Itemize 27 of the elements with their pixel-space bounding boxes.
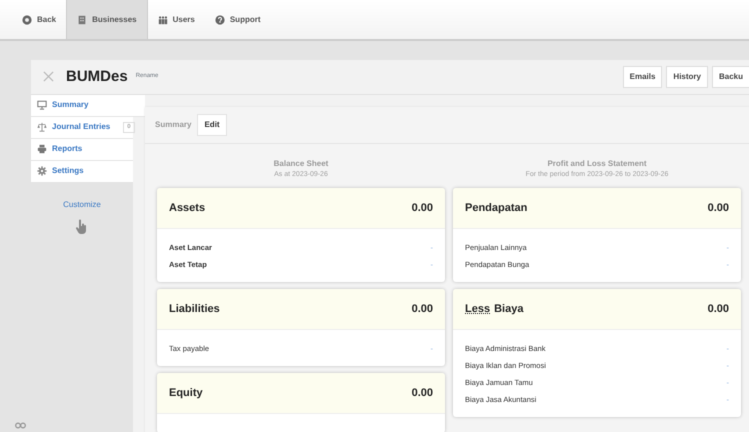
header-button[interactable]: Backu: [712, 66, 749, 88]
section-heading: Pendapatan: [465, 200, 528, 216]
section-total: 0.00: [412, 386, 433, 401]
section-heading: Assets: [169, 200, 206, 216]
heading-prefix: Less: [465, 302, 490, 317]
column-title: Balance Sheet: [272, 158, 330, 170]
sidebar-item[interactable]: Summary: [31, 94, 145, 116]
section-heading: Biaya: [494, 302, 524, 317]
nav-tab[interactable]: Businesses: [66, 0, 148, 39]
nav-tab[interactable]: Support: [204, 0, 271, 39]
section-total: 0.00: [708, 302, 729, 317]
business-name: BUMDes: [66, 66, 128, 86]
nav-tab[interactable]: Back: [12, 0, 66, 39]
column-title: Profit and Loss Statement: [546, 158, 648, 170]
section-total: 0.00: [708, 200, 729, 216]
sidebar-item[interactable]: Settings: [31, 160, 133, 182]
section-total: 0.00: [412, 302, 433, 317]
toolbar-title: Summary: [155, 118, 192, 130]
header-button[interactable]: Emails: [622, 66, 662, 88]
section-heading: Liabilities: [169, 302, 220, 317]
header-button[interactable]: History: [666, 66, 708, 88]
edit-button[interactable]: Edit: [197, 114, 227, 136]
section-total: 0.00: [412, 200, 433, 216]
customize-link[interactable]: Customize: [63, 198, 101, 210]
section-heading: Equity: [169, 386, 203, 401]
nav-tab[interactable]: Users: [148, 0, 205, 39]
sidebar-item[interactable]: Reports: [31, 138, 133, 160]
